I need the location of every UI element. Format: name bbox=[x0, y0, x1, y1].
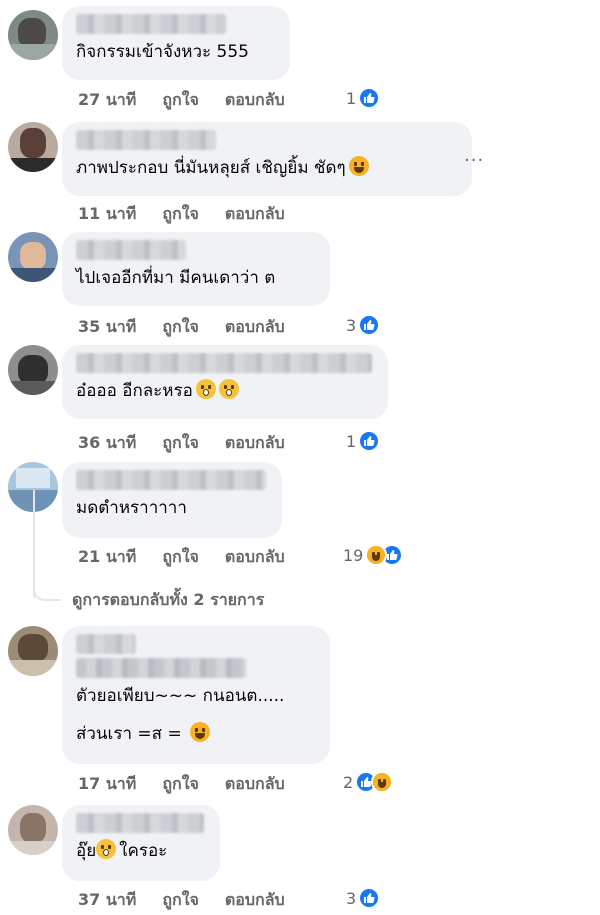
like-button[interactable]: ถูกใจ bbox=[162, 431, 199, 456]
reaction-summary[interactable]: 2 bbox=[343, 771, 394, 793]
comment-time[interactable]: 27 นาที bbox=[78, 88, 136, 113]
comment-text-content: อ๋อออ อีกละหรอ bbox=[76, 381, 193, 401]
like-button[interactable]: ถูกใจ bbox=[162, 888, 199, 913]
comment-time[interactable]: 37 นาที bbox=[78, 888, 136, 913]
comment-actions: 11 นาที ถูกใจ ตอบกลับ bbox=[78, 202, 285, 227]
like-button[interactable]: ถูกใจ bbox=[162, 202, 199, 227]
comment-bubble: อ๋อออ อีกละหรอ bbox=[62, 345, 388, 419]
comment-text-content: ใครอะ bbox=[119, 841, 168, 861]
avatar[interactable] bbox=[8, 232, 58, 282]
reply-button[interactable]: ตอบกลับ bbox=[225, 431, 285, 456]
thread-connector-curve bbox=[33, 585, 61, 601]
reply-button[interactable]: ตอบกลับ bbox=[225, 202, 285, 227]
reaction-count: 1 bbox=[346, 88, 357, 108]
comment-bubble: อุ๊ย ใครอะ bbox=[62, 805, 220, 881]
screaming-face-icon bbox=[195, 379, 216, 399]
commenter-name-blurred[interactable] bbox=[76, 130, 216, 150]
commenter-name-blurred[interactable] bbox=[76, 353, 372, 373]
comment-actions: 36 นาที ถูกใจ ตอบกลับ bbox=[78, 431, 285, 456]
reaction-summary[interactable]: 3 bbox=[346, 314, 381, 336]
laughing-face-icon bbox=[189, 722, 210, 742]
comment-text: มดตำหราาาาา bbox=[76, 498, 187, 518]
screaming-face-icon bbox=[96, 839, 117, 859]
like-button[interactable]: ถูกใจ bbox=[162, 315, 199, 340]
thumbs-up-icon bbox=[358, 87, 381, 109]
comment-text: ไปเจออีกที่มา มีคนเดาว่า ต bbox=[76, 268, 276, 288]
comment-bubble: ไปเจออีกที่มา มีคนเดาว่า ต bbox=[62, 232, 330, 306]
thumbs-up-icon bbox=[358, 430, 381, 452]
commenter-name-blurred[interactable] bbox=[76, 240, 186, 260]
comment-text: ภาพประกอบ นี่มันหลุยส์ เชิญยิ้ม ชัดๆ bbox=[76, 156, 458, 180]
reply-button[interactable]: ตอบกลับ bbox=[225, 88, 285, 113]
reply-button[interactable]: ตอบกลับ bbox=[225, 315, 285, 340]
comment-text-content: ภาพประกอบ นี่มันหลุยส์ เชิญยิ้ม ชัดๆ bbox=[76, 158, 346, 178]
reaction-summary[interactable]: 1 bbox=[346, 430, 381, 452]
avatar[interactable] bbox=[8, 805, 58, 855]
comment-bubble: ภาพประกอบ นี่มันหลุยส์ เชิญยิ้ม ชัดๆ bbox=[62, 122, 472, 196]
more-options-button[interactable]: ··· bbox=[464, 150, 484, 171]
reply-button[interactable]: ตอบกลับ bbox=[225, 772, 285, 797]
commenter-name-blurred[interactable] bbox=[76, 634, 136, 654]
comment-time[interactable]: 36 นาที bbox=[78, 431, 136, 456]
comment-bubble: ตัวยอเพียบ~~~ กนอนต..... ส่วนเรา =ส = bbox=[62, 626, 330, 764]
reaction-count: 3 bbox=[346, 888, 357, 908]
thumbs-up-icon bbox=[358, 314, 381, 336]
reaction-summary[interactable]: 3 bbox=[346, 887, 381, 909]
like-button[interactable]: ถูกใจ bbox=[162, 772, 199, 797]
comment-text-content: อุ๊ย bbox=[76, 841, 97, 861]
like-button[interactable]: ถูกใจ bbox=[162, 88, 199, 113]
commenter-subtitle-blurred bbox=[76, 658, 246, 678]
reaction-count: 19 bbox=[343, 545, 364, 565]
avatar[interactable] bbox=[8, 10, 58, 60]
comment-bubble: มดตำหราาาาา bbox=[62, 462, 282, 538]
comment-time[interactable]: 21 นาที bbox=[78, 545, 136, 570]
avatar[interactable] bbox=[8, 122, 58, 172]
reaction-count: 3 bbox=[346, 315, 357, 335]
reaction-count: 2 bbox=[343, 772, 354, 792]
laughing-face-icon bbox=[348, 156, 369, 176]
comment-text-content: ส่วนเรา =ส = bbox=[76, 724, 182, 744]
reaction-count: 1 bbox=[346, 431, 357, 451]
comment-text: อุ๊ย ใครอะ bbox=[76, 839, 206, 863]
comment-text: กิจกรรมเข้าจังหวะ 555 bbox=[76, 42, 249, 62]
reaction-summary[interactable]: 1 bbox=[346, 87, 381, 109]
view-replies-link[interactable]: ดูการตอบกลับทั้ง 2 รายการ bbox=[72, 588, 264, 613]
avatar[interactable] bbox=[8, 345, 58, 395]
comment-actions: 17 นาที ถูกใจ ตอบกลับ bbox=[78, 772, 285, 797]
comment-text-line-2: ส่วนเรา =ส = bbox=[76, 722, 316, 746]
comment-actions: 35 นาที ถูกใจ ตอบกลับ bbox=[78, 315, 285, 340]
thread-connector-line bbox=[33, 490, 35, 598]
comment-actions: 27 นาที ถูกใจ ตอบกลับ bbox=[78, 88, 285, 113]
reply-button[interactable]: ตอบกลับ bbox=[225, 545, 285, 570]
comment-bubble: กิจกรรมเข้าจังหวะ 555 bbox=[62, 6, 290, 80]
comment-time[interactable]: 17 นาที bbox=[78, 772, 136, 797]
comment-text: อ๋อออ อีกละหรอ bbox=[76, 379, 374, 403]
avatar[interactable] bbox=[8, 626, 58, 676]
laughing-face-icon bbox=[371, 771, 394, 793]
commenter-name-blurred[interactable] bbox=[76, 14, 226, 34]
reaction-summary[interactable]: 19 bbox=[343, 544, 404, 566]
comment-actions: 37 นาที ถูกใจ ตอบกลับ bbox=[78, 888, 285, 913]
comment-time[interactable]: 11 นาที bbox=[78, 202, 136, 227]
commenter-name-blurred[interactable] bbox=[76, 470, 266, 490]
commenter-name-blurred[interactable] bbox=[76, 813, 204, 833]
comment-time[interactable]: 35 นาที bbox=[78, 315, 136, 340]
comment-text: ตัวยอเพียบ~~~ กนอนต..... bbox=[76, 686, 285, 706]
comment-actions: 21 นาที ถูกใจ ตอบกลับ bbox=[78, 545, 285, 570]
reply-button[interactable]: ตอบกลับ bbox=[225, 888, 285, 913]
like-button[interactable]: ถูกใจ bbox=[162, 545, 199, 570]
screaming-face-icon bbox=[218, 379, 239, 399]
thumbs-up-icon bbox=[358, 887, 381, 909]
